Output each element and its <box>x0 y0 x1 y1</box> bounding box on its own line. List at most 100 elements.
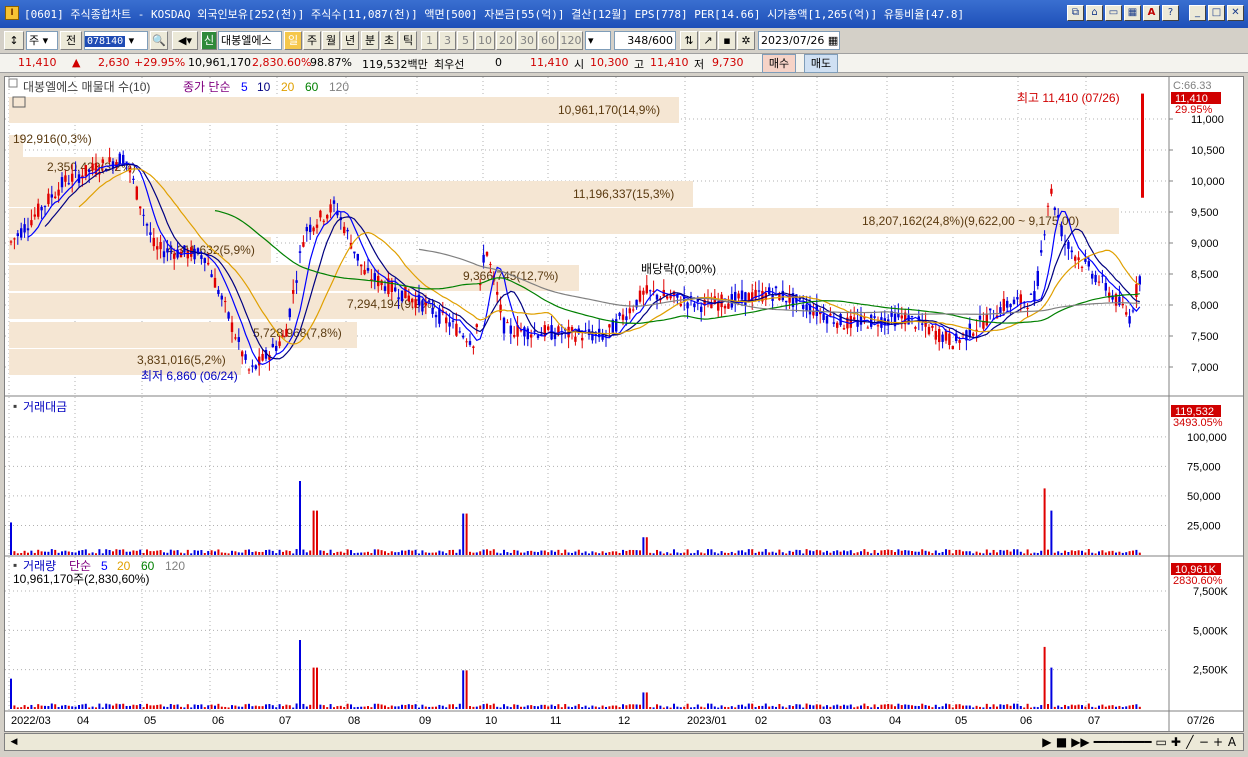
signal-badge[interactable]: 신 <box>201 31 217 50</box>
volume-bar <box>339 705 342 709</box>
volume-bar <box>169 704 172 709</box>
candle-body <box>625 316 628 321</box>
candle-body <box>666 296 669 299</box>
volume-bar <box>74 706 77 709</box>
maximize-button[interactable]: □ <box>1208 5 1225 21</box>
volume-bar <box>897 703 900 709</box>
amount-bar <box>1006 549 1009 555</box>
tab-week[interactable]: 주 <box>303 31 321 50</box>
lock-icon[interactable]: ⌂ <box>1086 5 1103 21</box>
candle-body <box>1067 241 1070 249</box>
candle-body <box>802 304 805 309</box>
interval-dropdown[interactable]: ▾ <box>585 31 611 50</box>
interval-button[interactable]: 5 <box>457 31 474 50</box>
volume-bar <box>652 707 655 709</box>
date-field[interactable]: 2023/07/26 ▦ <box>758 31 840 50</box>
font-size-icon[interactable]: A <box>1227 734 1237 750</box>
prev-button[interactable]: 전 <box>60 31 82 50</box>
volume-bar <box>751 703 754 709</box>
zoom-slider[interactable]: ━━━━━━━━ <box>1094 734 1152 750</box>
candle-body <box>618 312 621 317</box>
speaker-icon[interactable]: ◀▾ <box>172 31 198 50</box>
tab-second[interactable]: 초 <box>380 31 398 50</box>
candle-body <box>64 175 67 182</box>
volume-bar <box>1070 704 1073 709</box>
amount-bar <box>839 551 842 555</box>
close-button[interactable]: ✕ <box>1227 5 1244 21</box>
amount-bar <box>237 552 240 555</box>
amount-bar <box>931 553 934 555</box>
low-price: 9,730 <box>712 56 744 69</box>
interval-button[interactable]: 10 <box>475 31 495 50</box>
scroll-left-button[interactable]: ◀ <box>7 735 21 749</box>
candle-body <box>700 306 703 312</box>
interval-button[interactable]: 120 <box>559 31 583 50</box>
volume-bar <box>1138 706 1141 709</box>
candle-body <box>414 299 417 308</box>
draw-tool-icon[interactable]: ╱ <box>1185 734 1195 750</box>
interval-button[interactable]: 60 <box>538 31 558 50</box>
code-input-value: 078140 <box>85 36 126 47</box>
code-input[interactable]: 078140 ▾ <box>84 31 148 50</box>
search-icon[interactable]: 🔍 <box>150 31 168 50</box>
volume-bar <box>285 704 288 709</box>
zoom-in-icon[interactable]: + <box>1213 734 1223 750</box>
amount-bar <box>870 553 873 555</box>
crosshair-icon[interactable]: ✚ <box>1171 734 1181 750</box>
settings-icon[interactable]: ↕ <box>4 31 24 50</box>
tab-tick[interactable]: 틱 <box>399 31 417 50</box>
tab-day[interactable]: 일 <box>284 31 302 50</box>
count-field[interactable]: 348/600 <box>614 31 676 50</box>
volume-bar <box>795 704 798 709</box>
candle-body <box>234 337 237 339</box>
amount-bar <box>924 550 927 555</box>
zoom-out-icon[interactable]: − <box>1199 734 1209 750</box>
volume-bar <box>577 704 580 709</box>
interval-button[interactable]: 20 <box>496 31 516 50</box>
stock-chart[interactable]: 2022/03 04 05 06 07 08 09 10 11 12 2023/01 02 03 04 05… <box>5 77 1243 731</box>
amount-bar <box>295 549 298 555</box>
candle-body <box>645 285 648 294</box>
volume-bar <box>95 707 97 709</box>
candle-body <box>941 334 944 342</box>
pause-button[interactable]: ■ <box>1056 734 1067 750</box>
volume-bar <box>27 706 29 709</box>
minimize-button[interactable]: _ <box>1189 5 1206 21</box>
stock-name-field[interactable]: 대봉엘에스 <box>218 31 282 50</box>
tab-minute[interactable]: 분 <box>361 31 379 50</box>
link-icon[interactable]: ⧉ <box>1067 5 1084 21</box>
interval-button[interactable]: 1 <box>421 31 438 50</box>
amount-bar <box>1043 488 1046 555</box>
amount-bar <box>336 551 339 555</box>
stop-button[interactable]: ▶▶ <box>1071 734 1089 750</box>
candle-body <box>309 224 312 233</box>
amount-bar <box>666 552 669 555</box>
candle-body <box>812 311 815 316</box>
volume-bar <box>1053 706 1056 709</box>
count-total: /600 <box>648 34 673 47</box>
volume-bar <box>367 706 369 709</box>
candle-body <box>1097 281 1101 283</box>
arrow-icon[interactable]: ⇅ <box>680 31 698 50</box>
buy-button[interactable]: 매수 <box>762 54 796 73</box>
chart-area[interactable]: 2022/03 04 05 06 07 08 09 10 11 12 2023/01 02 03 04 05… <box>4 76 1244 732</box>
interval-button[interactable]: 3 <box>439 31 456 50</box>
interval-button[interactable]: 30 <box>517 31 537 50</box>
window-icon[interactable]: ▭ <box>1105 5 1122 21</box>
ruler-icon[interactable]: ▦ <box>1124 5 1141 21</box>
gear-icon[interactable]: ✲ <box>737 31 755 50</box>
sell-button[interactable]: 매도 <box>804 54 838 73</box>
amount-bar <box>47 551 50 555</box>
volume-bar <box>394 706 397 709</box>
play-button[interactable]: ▶ <box>1042 734 1052 750</box>
chart-tool-icon[interactable]: ▭ <box>1155 734 1166 750</box>
save-icon[interactable]: ▪ <box>718 31 736 50</box>
chart-icon[interactable]: ↗ <box>699 31 717 50</box>
amount-bar <box>853 553 856 555</box>
font-icon[interactable]: A <box>1143 5 1160 21</box>
tab-month[interactable]: 월 <box>322 31 340 50</box>
period-select[interactable]: 주 ▾ <box>26 31 58 50</box>
help-icon[interactable]: ? <box>1162 5 1179 21</box>
tab-year[interactable]: 년 <box>341 31 359 50</box>
amount-bar <box>186 549 189 555</box>
